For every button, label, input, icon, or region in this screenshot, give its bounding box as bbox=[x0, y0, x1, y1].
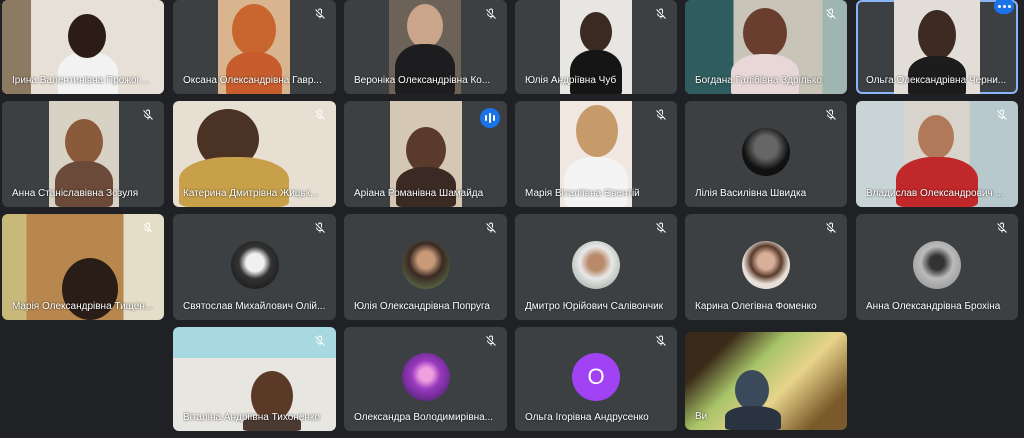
participant-name: Олександра Володимирівна... bbox=[354, 412, 494, 423]
participant-tile[interactable]: Юлія Олександрівна Попруга bbox=[344, 214, 507, 320]
avatar: О bbox=[572, 353, 620, 401]
mic-off-icon bbox=[823, 6, 839, 22]
participant-name: Святослав Михайлович Олій... bbox=[183, 301, 326, 312]
self-view-tile[interactable]: Ви bbox=[685, 332, 847, 430]
person-silhouette bbox=[731, 54, 799, 94]
participant-tile[interactable]: Катерина Дмитрівна Жицьк... bbox=[173, 101, 336, 207]
participant-tile[interactable]: Анна Олександрівна Брохіна bbox=[856, 214, 1018, 320]
avatar bbox=[230, 241, 279, 289]
participant-tile[interactable]: Лілія Василівна Швидка bbox=[685, 101, 847, 207]
participant-tile[interactable]: Олександра Володимирівна... bbox=[344, 327, 507, 431]
mic-off-icon bbox=[483, 220, 499, 236]
participant-name: Марія Віталіївна Євентій bbox=[525, 188, 640, 199]
participant-name: Лілія Василівна Швидка bbox=[695, 188, 807, 199]
participant-name: Аріана Романівна Шамайда bbox=[354, 188, 484, 199]
participant-name: Віталіна Андріївна Тихоненко bbox=[183, 412, 320, 423]
participant-tile[interactable]: Ірина Валентинівна Прожогана bbox=[2, 0, 164, 94]
participant-tile[interactable]: Владислав Олександрович ... bbox=[856, 101, 1018, 207]
mic-off-icon bbox=[483, 6, 499, 22]
avatar bbox=[572, 241, 620, 289]
audio-level-icon bbox=[480, 108, 500, 128]
avatar bbox=[742, 241, 790, 289]
person-silhouette bbox=[68, 14, 106, 58]
participant-tile[interactable]: Віталіна Андріївна Тихоненко bbox=[173, 327, 336, 431]
participant-tile[interactable]: Ольга Олександрівна Черни... bbox=[856, 0, 1018, 94]
participant-name: Вероніка Олександрівна Ко... bbox=[354, 75, 491, 86]
participant-name: Ірина Валентинівна Прожогана bbox=[12, 75, 154, 86]
mic-off-icon bbox=[653, 220, 669, 236]
mic-off-icon bbox=[823, 107, 839, 123]
participant-tile[interactable]: Юлія Андріївна Чуб bbox=[515, 0, 677, 94]
mic-off-icon bbox=[140, 220, 156, 236]
avatar bbox=[913, 241, 961, 289]
participant-name: Карина Олегівна Фоменко bbox=[695, 301, 817, 312]
mic-off-icon bbox=[653, 6, 669, 22]
mic-off-icon bbox=[823, 220, 839, 236]
participant-tile[interactable]: Богдана Галібівна Здрілько bbox=[685, 0, 847, 94]
participant-tile[interactable]: Дмитро Юрійович Салівончик bbox=[515, 214, 677, 320]
participant-name: Анна Олександрівна Брохіна bbox=[866, 301, 1001, 312]
mic-off-icon bbox=[140, 107, 156, 123]
participant-tile[interactable]: О Ольга Ігорівна Андрусенко bbox=[515, 327, 677, 431]
mic-off-icon bbox=[653, 107, 669, 123]
mic-off-icon bbox=[312, 220, 328, 236]
participant-tile[interactable]: Марія Віталіївна Євентій bbox=[515, 101, 677, 207]
mic-off-icon bbox=[483, 333, 499, 349]
participant-name: Ви bbox=[695, 411, 708, 422]
participant-name: Оксана Олександрівна Гавр... bbox=[183, 75, 322, 86]
participant-tile[interactable]: Карина Олегівна Фоменко bbox=[685, 214, 847, 320]
avatar bbox=[401, 241, 450, 289]
avatar bbox=[401, 353, 450, 401]
participant-name: Юлія Андріївна Чуб bbox=[525, 75, 617, 86]
participant-name: Богдана Галібівна Здрілько bbox=[695, 75, 822, 86]
avatar bbox=[742, 128, 790, 176]
participant-name: Ольга Ігорівна Андрусенко bbox=[525, 412, 649, 423]
participant-tile[interactable]: Вероніка Олександрівна Ко... bbox=[344, 0, 507, 94]
mic-off-icon bbox=[653, 333, 669, 349]
participant-name: Катерина Дмитрівна Жицьк... bbox=[183, 188, 319, 199]
mic-off-icon bbox=[994, 220, 1010, 236]
mic-off-icon bbox=[312, 107, 328, 123]
more-options-icon[interactable] bbox=[994, 0, 1014, 14]
participant-name: Дмитро Юрійович Салівончик bbox=[525, 301, 664, 312]
participant-tile[interactable]: Анна Станіславівна Зозуля bbox=[2, 101, 164, 207]
mic-off-icon bbox=[312, 333, 328, 349]
participant-tile[interactable]: Оксана Олександрівна Гавр... bbox=[173, 0, 336, 94]
participant-name: Ольга Олександрівна Черни... bbox=[866, 75, 1007, 86]
mic-off-icon bbox=[994, 107, 1010, 123]
participant-tile[interactable]: Святослав Михайлович Олій... bbox=[173, 214, 336, 320]
participant-name: Владислав Олександрович ... bbox=[866, 188, 1004, 199]
mic-off-icon bbox=[312, 6, 328, 22]
person-silhouette bbox=[743, 8, 787, 58]
participant-name: Анна Станіславівна Зозуля bbox=[12, 188, 139, 199]
person-silhouette bbox=[58, 52, 118, 94]
participant-tile[interactable]: Марія Олександрівна Тищен... bbox=[2, 214, 164, 320]
participant-tile[interactable]: Аріана Романівна Шамайда bbox=[344, 101, 507, 207]
participant-name: Марія Олександрівна Тищен... bbox=[12, 301, 154, 312]
participant-name: Юлія Олександрівна Попруга bbox=[354, 301, 490, 312]
